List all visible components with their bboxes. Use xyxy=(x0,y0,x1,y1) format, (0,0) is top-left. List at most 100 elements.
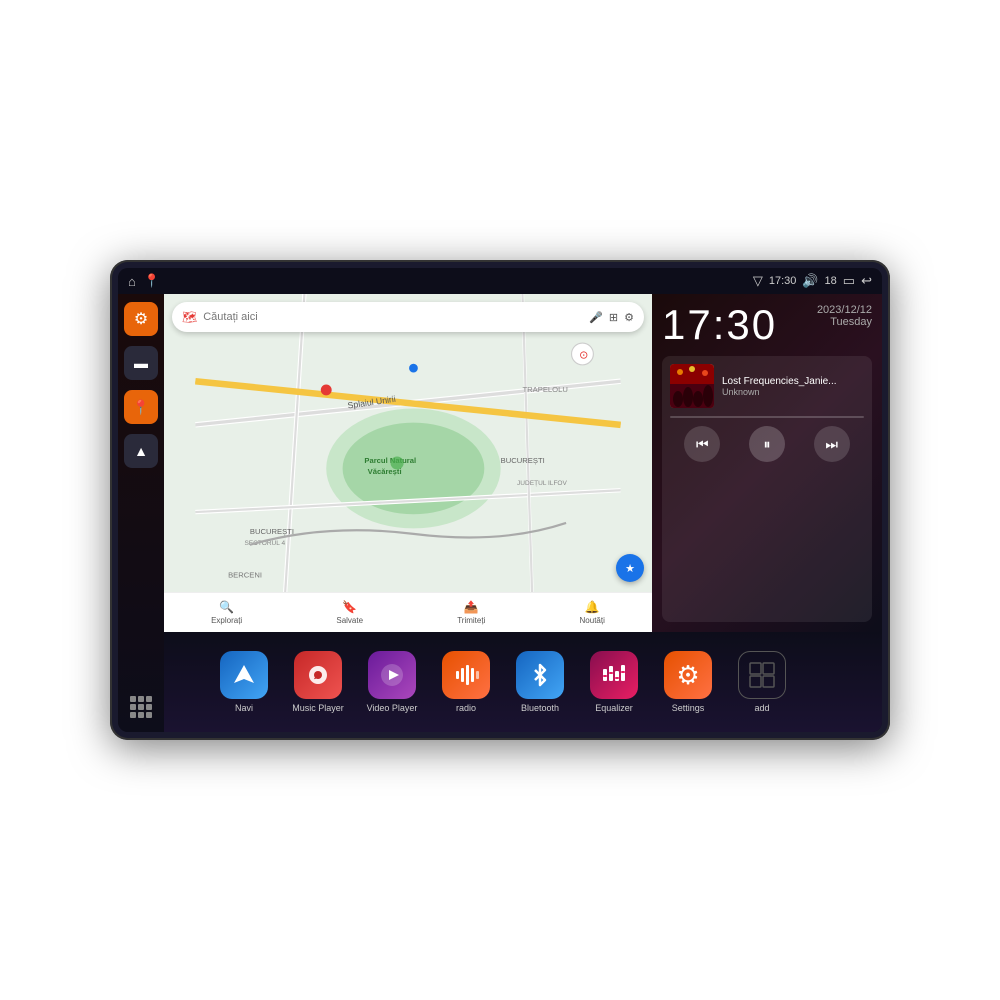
music-artist: Unknown xyxy=(722,387,864,397)
video-player-icon xyxy=(368,651,416,699)
google-maps-icon: 🗺 xyxy=(182,310,197,324)
music-info: Lost Frequencies_Janie... Unknown xyxy=(670,364,864,408)
equalizer-icon xyxy=(590,651,638,699)
settings-map-icon[interactable]: ⚙ xyxy=(624,311,634,324)
map-tab-trimiteți[interactable]: 📤 Trimiteți xyxy=(457,600,485,625)
gear-icon: ⚙ xyxy=(134,309,148,329)
map-tab-noutăți[interactable]: 🔔 Noutăți xyxy=(580,600,605,625)
svg-text:BUCUREȘTI: BUCUREȘTI xyxy=(501,456,545,465)
map-bottom-tabs: 🔍 Explorați 🔖 Salvate 📤 Trimiteți xyxy=(164,592,652,632)
app-bluetooth[interactable]: Bluetooth xyxy=(506,651,574,713)
explore-label: Explorați xyxy=(211,616,242,625)
home-icon[interactable]: ⌂ xyxy=(128,274,136,289)
nav-arrow-icon: ▲ xyxy=(134,443,148,459)
wifi-icon: ▽ xyxy=(753,273,763,289)
add-icon xyxy=(738,651,786,699)
share-icon: 📤 xyxy=(464,600,479,614)
map-tab-explorați[interactable]: 🔍 Explorați xyxy=(211,600,242,625)
status-time: 17:30 xyxy=(769,275,797,287)
bluetooth-icon xyxy=(516,651,564,699)
share-label: Trimiteți xyxy=(457,616,485,625)
navi-label: Navi xyxy=(235,703,253,713)
clock-section: 17:30 2023/12/12 Tuesday xyxy=(662,304,872,346)
clock-time: 17:30 xyxy=(662,304,777,346)
car-head-unit: ⌂ 📍 ▽ 17:30 🔊 18 ▭ ↩ ⚙ ▬ 📍 xyxy=(110,260,890,740)
sidebar: ⚙ ▬ 📍 ▲ xyxy=(118,294,164,732)
map-pin-sidebar-icon: 📍 xyxy=(132,399,149,416)
folder-sidebar-btn[interactable]: ▬ xyxy=(124,346,158,380)
map-panel[interactable]: 🗺 Căutați aici 🎤 ⊞ ⚙ xyxy=(164,294,652,632)
main-content: ⚙ ▬ 📍 ▲ xyxy=(118,294,882,732)
svg-text:Parcul Natural: Parcul Natural xyxy=(364,456,416,465)
add-label: add xyxy=(754,703,769,713)
svg-text:JUDEȚUL ILFOV: JUDEȚUL ILFOV xyxy=(517,480,567,487)
center-area: 🗺 Căutați aici 🎤 ⊞ ⚙ xyxy=(164,294,882,732)
news-icon: 🔔 xyxy=(585,600,600,614)
app-video-player[interactable]: Video Player xyxy=(358,651,426,713)
right-panel: 17:30 2023/12/12 Tuesday xyxy=(652,294,882,632)
music-next-btn[interactable]: ⏭ xyxy=(814,426,850,462)
microphone-icon[interactable]: 🎤 xyxy=(589,311,603,324)
back-icon[interactable]: ↩ xyxy=(861,273,872,289)
app-equalizer[interactable]: Equalizer xyxy=(580,651,648,713)
music-player: Lost Frequencies_Janie... Unknown ⏮ ⏸ ⏭ xyxy=(662,356,872,622)
status-left-icons: ⌂ 📍 xyxy=(128,273,160,289)
music-title: Lost Frequencies_Janie... xyxy=(722,376,864,387)
map-sidebar-btn[interactable]: 📍 xyxy=(124,390,158,424)
volume-icon: 🔊 xyxy=(802,273,818,289)
svg-text:BERCENI: BERCENI xyxy=(228,570,262,579)
battery-icon: ▭ xyxy=(843,273,855,289)
news-label: Noutăți xyxy=(580,616,605,625)
music-player-label: Music Player xyxy=(292,703,344,713)
music-player-icon: ♫ xyxy=(294,651,342,699)
settings-icon: ⚙ xyxy=(664,651,712,699)
map-search-bar[interactable]: 🗺 Căutați aici 🎤 ⊞ ⚙ xyxy=(172,302,644,332)
saved-icon: 🔖 xyxy=(342,600,357,614)
video-player-label: Video Player xyxy=(367,703,418,713)
screen: ⌂ 📍 ▽ 17:30 🔊 18 ▭ ↩ ⚙ ▬ 📍 xyxy=(118,268,882,732)
music-controls: ⏮ ⏸ ⏭ xyxy=(670,426,864,462)
nav-sidebar-btn[interactable]: ▲ xyxy=(124,434,158,468)
music-prev-btn[interactable]: ⏮ xyxy=(684,426,720,462)
music-progress-bar xyxy=(670,416,864,418)
top-panels: 🗺 Căutați aici 🎤 ⊞ ⚙ xyxy=(164,294,882,632)
star-icon: ★ xyxy=(625,562,635,575)
app-navi[interactable]: Navi xyxy=(210,651,278,713)
app-radio[interactable]: radio xyxy=(432,651,500,713)
grid-menu-btn[interactable] xyxy=(124,690,158,724)
map-search-icons: 🎤 ⊞ ⚙ xyxy=(589,311,634,324)
radio-label: radio xyxy=(456,703,476,713)
clock-date-year: 2023/12/12 xyxy=(817,304,872,316)
map-tab-salvate[interactable]: 🔖 Salvate xyxy=(336,600,363,625)
app-add[interactable]: add xyxy=(728,651,796,713)
settings-sidebar-btn[interactable]: ⚙ xyxy=(124,302,158,336)
svg-text:BUCUREȘTI: BUCUREȘTI xyxy=(250,527,294,536)
map-svg: Splaiul Unirii Parcul Natural Văcărești … xyxy=(164,294,652,632)
map-search-input[interactable]: Căutați aici xyxy=(203,311,583,323)
map-icon[interactable]: 📍 xyxy=(144,273,160,289)
clock-date: 2023/12/12 Tuesday xyxy=(817,304,872,328)
explore-icon: 🔍 xyxy=(219,600,234,614)
clock-date-day: Tuesday xyxy=(817,316,872,328)
svg-text:♫: ♫ xyxy=(313,671,321,682)
navi-icon xyxy=(220,651,268,699)
status-bar: ⌂ 📍 ▽ 17:30 🔊 18 ▭ ↩ xyxy=(118,268,882,294)
svg-text:⊙: ⊙ xyxy=(579,349,588,361)
music-title-block: Lost Frequencies_Janie... Unknown xyxy=(722,376,864,397)
equalizer-label: Equalizer xyxy=(595,703,633,713)
battery-level: 18 xyxy=(825,275,837,287)
folder-icon: ▬ xyxy=(134,355,148,371)
app-music-player[interactable]: ♫ Music Player xyxy=(284,651,352,713)
svg-text:TRAPELOLU: TRAPELOLU xyxy=(522,385,567,394)
grid-dots-icon xyxy=(130,696,152,718)
music-album-art xyxy=(670,364,714,408)
app-settings[interactable]: ⚙ Settings xyxy=(654,651,722,713)
saved-label: Salvate xyxy=(336,616,363,625)
app-grid-panel: Navi ♫ Music Player xyxy=(164,632,882,732)
settings-label: Settings xyxy=(672,703,705,713)
map-location-button[interactable]: ★ xyxy=(616,554,644,582)
layers-icon[interactable]: ⊞ xyxy=(609,311,618,324)
bluetooth-label: Bluetooth xyxy=(521,703,559,713)
radio-icon xyxy=(442,651,490,699)
music-pause-btn[interactable]: ⏸ xyxy=(749,426,785,462)
